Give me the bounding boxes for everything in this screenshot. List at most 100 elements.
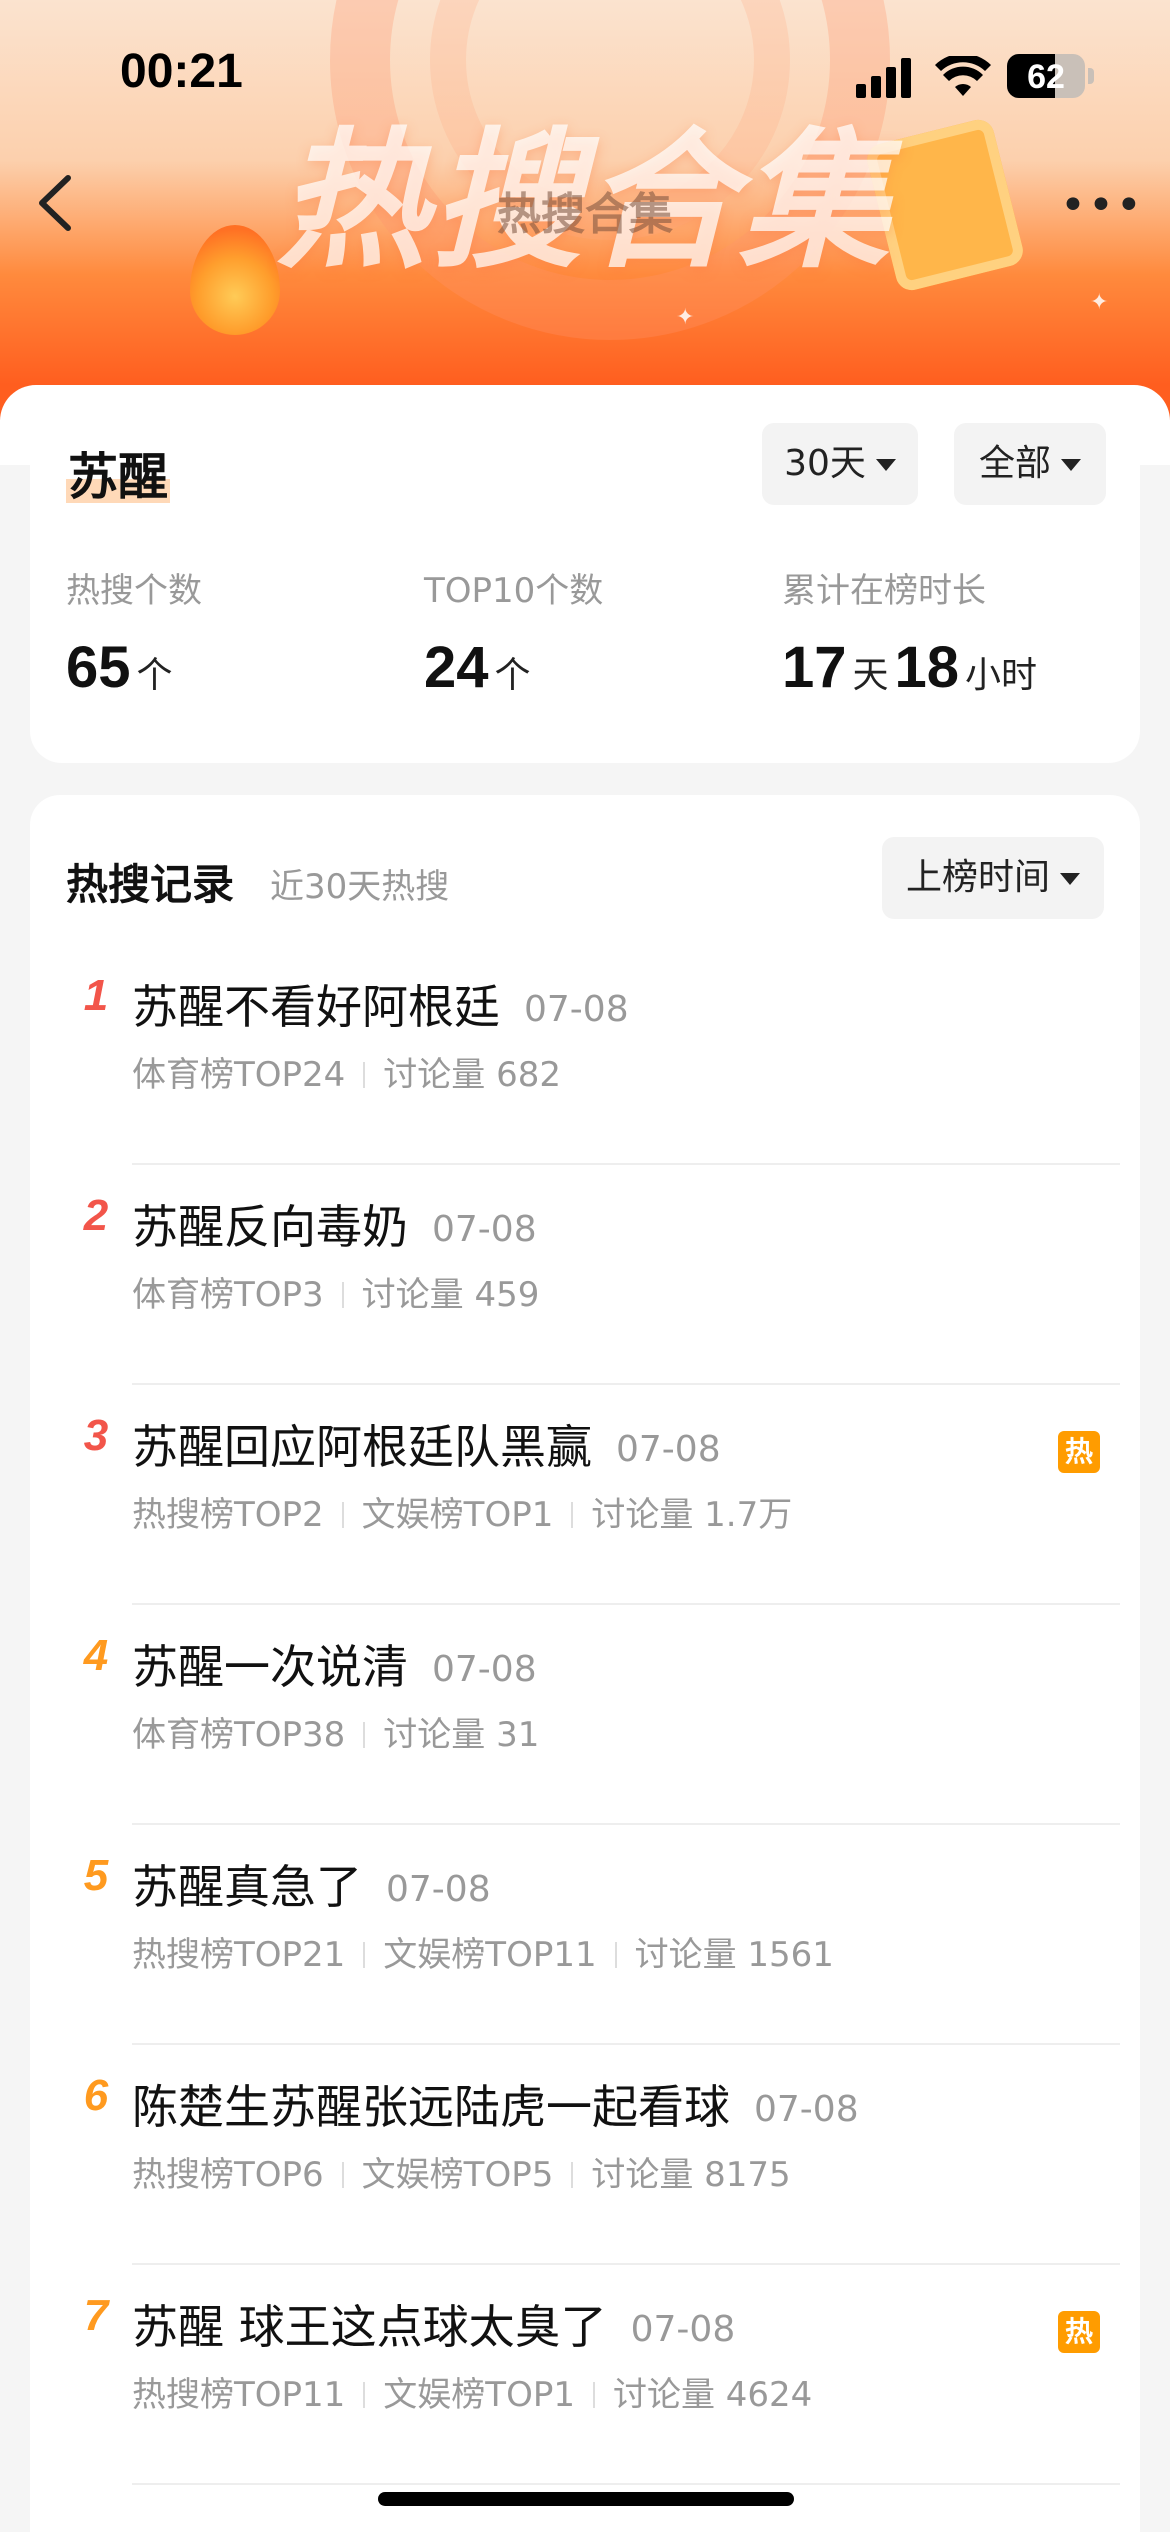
stat-unit-days: 天: [852, 655, 889, 696]
record-item[interactable]: 4 苏醒一次说清 07-08 体育榜TOP38 讨论量 31: [30, 1605, 1140, 1825]
record-date: 07-08: [616, 1429, 721, 1470]
category-filter-label: 全部: [978, 443, 1051, 484]
record-rank: 1: [83, 971, 109, 1020]
record-meta: 体育榜TOP3 讨论量 459: [132, 1267, 539, 1316]
record-meta: 体育榜TOP24 讨论量 682: [132, 1047, 561, 1096]
record-date: 07-08: [386, 1869, 491, 1910]
record-title-text: 苏醒不看好阿根廷: [132, 980, 500, 1034]
meta-separator: [614, 1942, 617, 1968]
record-title-text: 苏醒 球王这点球太臭了: [132, 2300, 607, 2354]
record-title: 苏醒回应阿根廷队黑赢 07-08: [132, 1411, 721, 1477]
record-date: 07-08: [754, 2089, 859, 2130]
stat-unit: 个: [494, 655, 531, 696]
category-filter-dropdown[interactable]: 全部: [954, 423, 1106, 505]
summary-card: 苏醒 30天 全部 热搜个数 65 个 TOP10个数 24 个 累计在榜时长 17…: [30, 385, 1140, 763]
stat-unit-hours: 小时: [965, 655, 1038, 696]
meta-separator: [341, 1502, 344, 1528]
record-item[interactable]: 6 陈楚生苏醒张远陆虎一起看球 07-08 热搜榜TOP6 文娱榜TOP5 讨论量 817…: [30, 2045, 1140, 2265]
record-title: 苏醒一次说清 07-08: [132, 1631, 537, 1697]
record-item[interactable]: 3 苏醒回应阿根廷队黑赢 07-08 热搜榜TOP2 文娱榜TOP1 讨论量 1.7万 热: [30, 1385, 1140, 1605]
stat-top10-count: TOP10个数 24 个: [424, 563, 603, 701]
record-title: 苏醒不看好阿根廷 07-08: [132, 971, 629, 1037]
records-subtitle: 近30天热搜: [270, 867, 450, 907]
record-title-text: 苏醒一次说清: [132, 1640, 408, 1694]
record-date: 07-08: [630, 2309, 736, 2350]
record-meta-item: 讨论量 4624: [612, 2375, 813, 2415]
stat-hot-count: 热搜个数 65 个: [66, 563, 202, 701]
record-meta: 热搜榜TOP6 文娱榜TOP5 讨论量 8175: [132, 2147, 791, 2196]
record-title: 苏醒真急了 07-08: [132, 1851, 491, 1917]
status-bar: 00:21 62: [0, 0, 1170, 150]
meta-separator: [341, 1282, 344, 1308]
stat-duration: 累计在榜时长 17 天 18 小时: [782, 563, 1043, 701]
record-meta-item: 文娱榜TOP11: [383, 1935, 597, 1975]
record-title-text: 苏醒回应阿根廷队黑赢: [132, 1420, 592, 1474]
meta-separator: [363, 2382, 366, 2408]
record-item[interactable]: 7 苏醒 球王这点球太臭了 07-08 热搜榜TOP11 文娱榜TOP1 讨论量 4624…: [30, 2265, 1140, 2485]
record-title: 苏醒 球王这点球太臭了 07-08: [132, 2291, 735, 2357]
record-meta-item: 热搜榜TOP11: [132, 2375, 346, 2415]
stat-value: 65 个: [66, 634, 202, 701]
meta-separator: [571, 2162, 574, 2188]
record-title: 苏醒反向毒奶 07-08: [132, 1191, 537, 1257]
stat-label: 累计在榜时长: [782, 571, 986, 611]
record-rank: 7: [83, 2291, 109, 2340]
record-meta-item: 文娱榜TOP1: [361, 1495, 554, 1535]
caret-down-icon: [1061, 459, 1081, 471]
meta-separator: [341, 2162, 344, 2188]
stat-number: 24: [424, 635, 489, 700]
record-date: 07-08: [432, 1209, 537, 1250]
stat-label: 热搜个数: [66, 571, 202, 611]
stat-value: 24 个: [424, 634, 603, 701]
record-meta-item: 热搜榜TOP21: [132, 1935, 346, 1975]
meta-separator: [363, 1942, 366, 1968]
record-rank: 2: [83, 1191, 109, 1240]
home-indicator[interactable]: [378, 2492, 794, 2506]
records-title: 热搜记录: [66, 860, 235, 909]
period-filter-label: 30天: [784, 443, 866, 484]
record-meta-item: 体育榜TOP24: [132, 1055, 346, 1095]
summary-card-wrapper: 苏醒 30天 全部 热搜个数 65 个 TOP10个数 24 个 累计在榜时长 17…: [0, 385, 1170, 763]
more-options-icon[interactable]: •••: [1060, 176, 1142, 236]
battery-percentage: 62: [1027, 58, 1065, 96]
caret-down-icon: [875, 459, 896, 471]
keyword-title: 苏醒: [66, 437, 170, 509]
stat-label: TOP10个数: [424, 571, 604, 611]
stat-value: 17 天 18 小时: [782, 634, 1043, 701]
period-filter-dropdown[interactable]: 30天: [762, 423, 918, 505]
record-date: 07-08: [432, 1649, 537, 1690]
record-item[interactable]: 5 苏醒真急了 07-08 热搜榜TOP21 文娱榜TOP11 讨论量 1561: [30, 1825, 1140, 2045]
meta-separator: [592, 2382, 595, 2408]
record-rank: 5: [83, 1851, 109, 1900]
record-date: 07-08: [524, 989, 629, 1030]
records-card: 热搜记录 近30天热搜 上榜时间 1 苏醒不看好阿根廷 07-08 体育榜TOP24 讨…: [30, 795, 1140, 2532]
record-rank: 6: [83, 2071, 109, 2120]
nav-title: 热搜合集: [497, 189, 673, 240]
record-title: 陈楚生苏醒张远陆虎一起看球 07-08: [132, 2071, 859, 2137]
record-title-text: 陈楚生苏醒张远陆虎一起看球: [132, 2080, 730, 2134]
battery-icon: 62: [1007, 54, 1085, 98]
record-meta: 热搜榜TOP11 文娱榜TOP1 讨论量 4624: [132, 2367, 812, 2416]
cellular-signal-icon: [856, 58, 914, 98]
meta-separator: [363, 1722, 366, 1748]
row-divider: [132, 2483, 1120, 2485]
record-title-text: 苏醒真急了: [132, 1860, 362, 1914]
stat-number-days: 17: [782, 635, 847, 700]
battery-tip: [1088, 68, 1094, 84]
record-rank: 4: [83, 1631, 109, 1680]
record-item[interactable]: 2 苏醒反向毒奶 07-08 体育榜TOP3 讨论量 459: [30, 1165, 1140, 1385]
record-meta-item: 文娱榜TOP1: [383, 2375, 575, 2415]
record-meta-item: 体育榜TOP38: [132, 1715, 346, 1755]
stat-number: 65: [66, 635, 131, 700]
stat-number-hours: 18: [894, 635, 960, 700]
record-meta-item: 体育榜TOP3: [132, 1275, 324, 1315]
sort-dropdown[interactable]: 上榜时间: [882, 837, 1104, 919]
record-meta-item: 讨论量 31: [383, 1715, 540, 1755]
caret-down-icon: [1060, 873, 1080, 885]
record-item[interactable]: 1 苏醒不看好阿根廷 07-08 体育榜TOP24 讨论量 682: [30, 945, 1140, 1165]
sort-label: 上榜时间: [905, 857, 1050, 898]
record-meta-item: 文娱榜TOP5: [361, 2155, 554, 2195]
meta-separator: [363, 1062, 366, 1088]
record-rank: 3: [83, 1411, 109, 1460]
record-title-text: 苏醒反向毒奶: [132, 1200, 408, 1254]
